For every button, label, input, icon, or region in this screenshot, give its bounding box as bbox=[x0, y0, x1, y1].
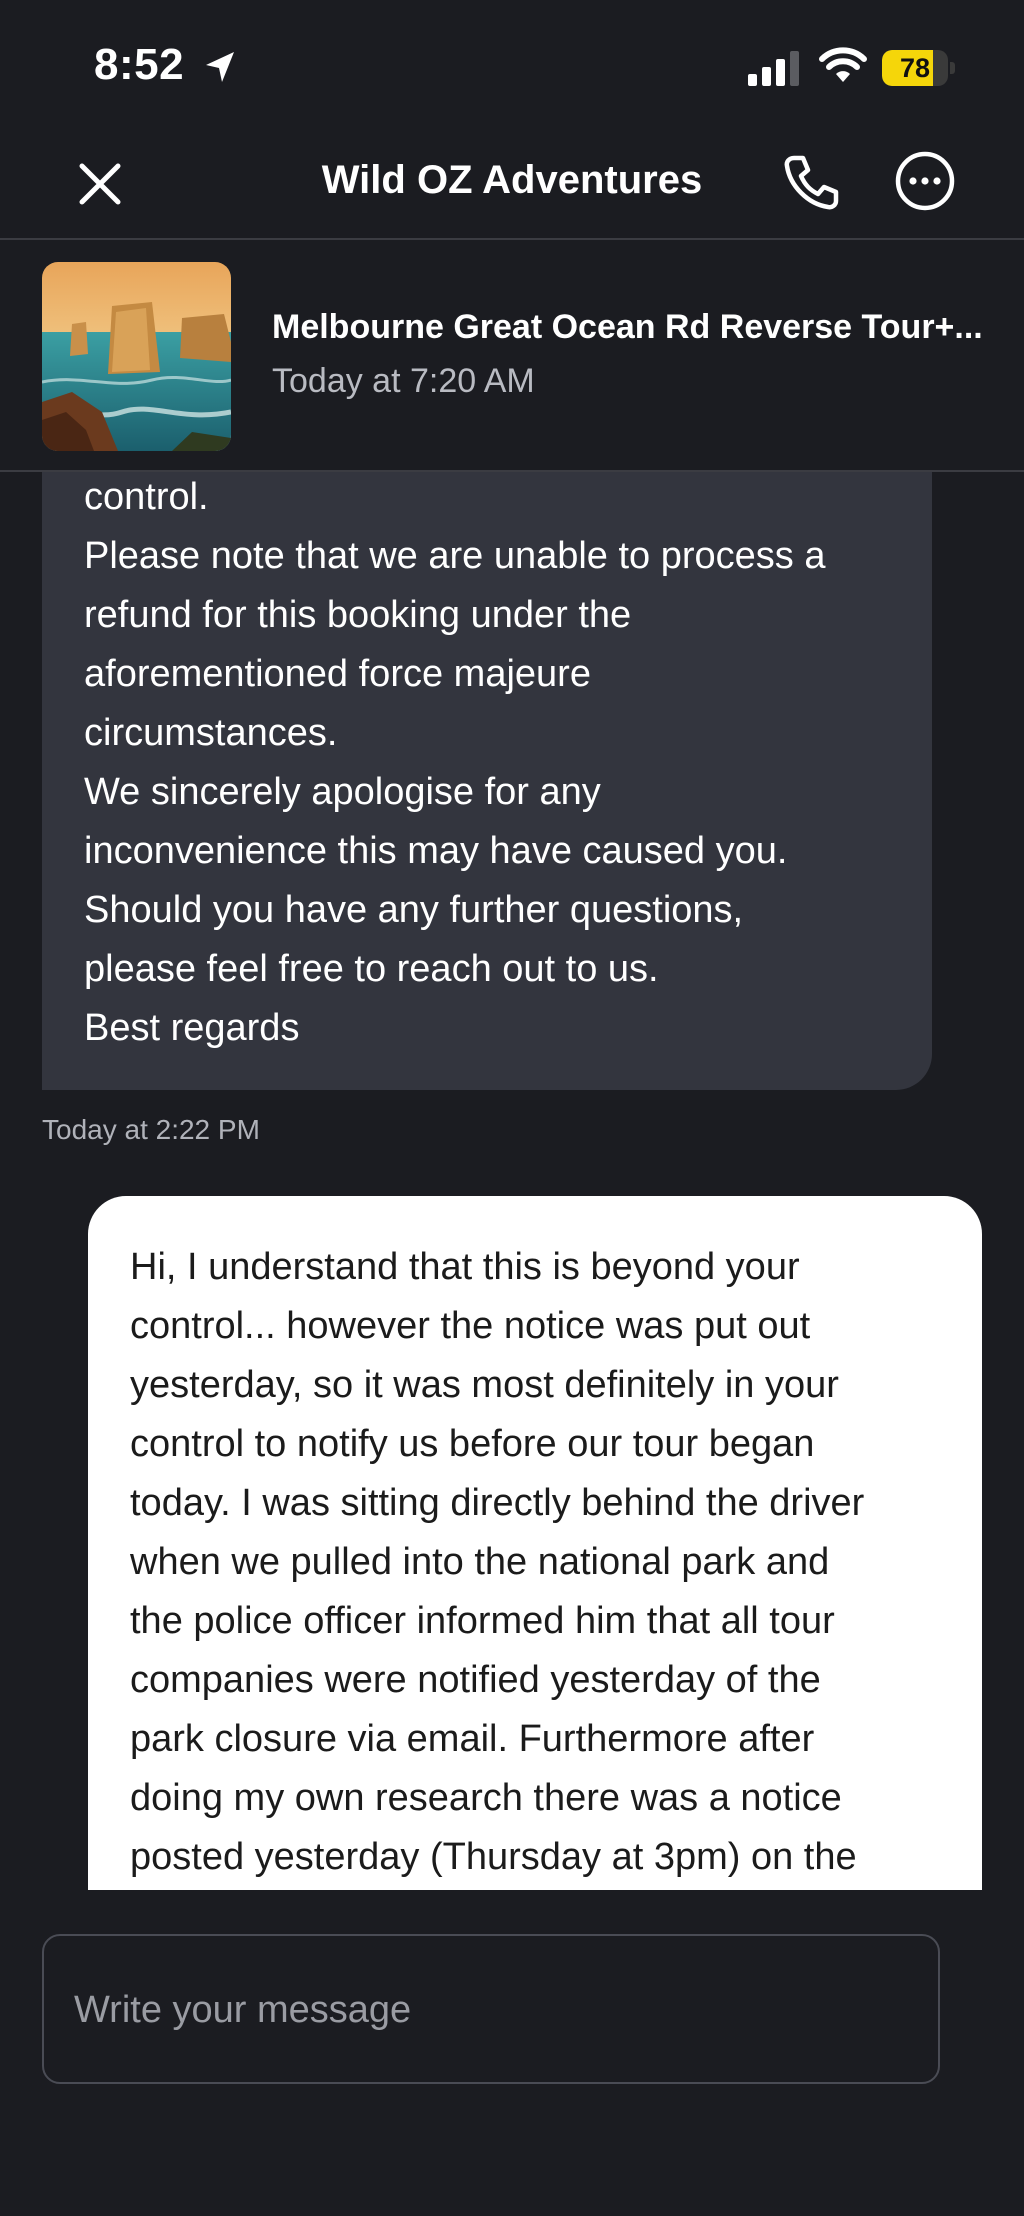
battery-icon: 78 bbox=[882, 50, 955, 86]
booking-time: Today at 7:20 AM bbox=[272, 362, 535, 400]
status-bar: 8:52 78 bbox=[0, 0, 1024, 130]
battery-level: 78 bbox=[899, 53, 931, 83]
chat-header: Wild OZ Adventures bbox=[0, 130, 1024, 240]
location-arrow-icon bbox=[206, 52, 234, 82]
incoming-message-bubble: control. Please note that we are unable … bbox=[42, 400, 932, 1090]
cellular-signal-icon bbox=[748, 51, 799, 86]
outgoing-message-text: Hi, I understand that this is beyond you… bbox=[130, 1246, 865, 1878]
booking-title: Melbourne Great Ocean Rd Reverse Tour+..… bbox=[272, 308, 983, 346]
chat-screen: 8:52 78 Wild OZ Adventures Melbourne Gre… bbox=[0, 0, 1024, 2216]
incoming-message-text: control. Please note that we are unable … bbox=[84, 476, 826, 1049]
more-options-icon[interactable] bbox=[894, 150, 956, 212]
outgoing-message-bubble: Hi, I understand that this is beyond you… bbox=[88, 1196, 982, 1890]
booking-banner[interactable]: Melbourne Great Ocean Rd Reverse Tour+..… bbox=[0, 242, 1024, 472]
message-input[interactable] bbox=[74, 1982, 894, 2038]
message-composer bbox=[42, 1934, 940, 2084]
incoming-message-timestamp: Today at 2:22 PM bbox=[42, 1114, 260, 1145]
phone-icon[interactable] bbox=[780, 150, 840, 214]
tour-thumbnail bbox=[42, 262, 231, 451]
wifi-icon bbox=[819, 47, 867, 82]
chat-title: Wild OZ Adventures bbox=[321, 158, 703, 202]
status-time: 8:52 bbox=[94, 40, 185, 89]
